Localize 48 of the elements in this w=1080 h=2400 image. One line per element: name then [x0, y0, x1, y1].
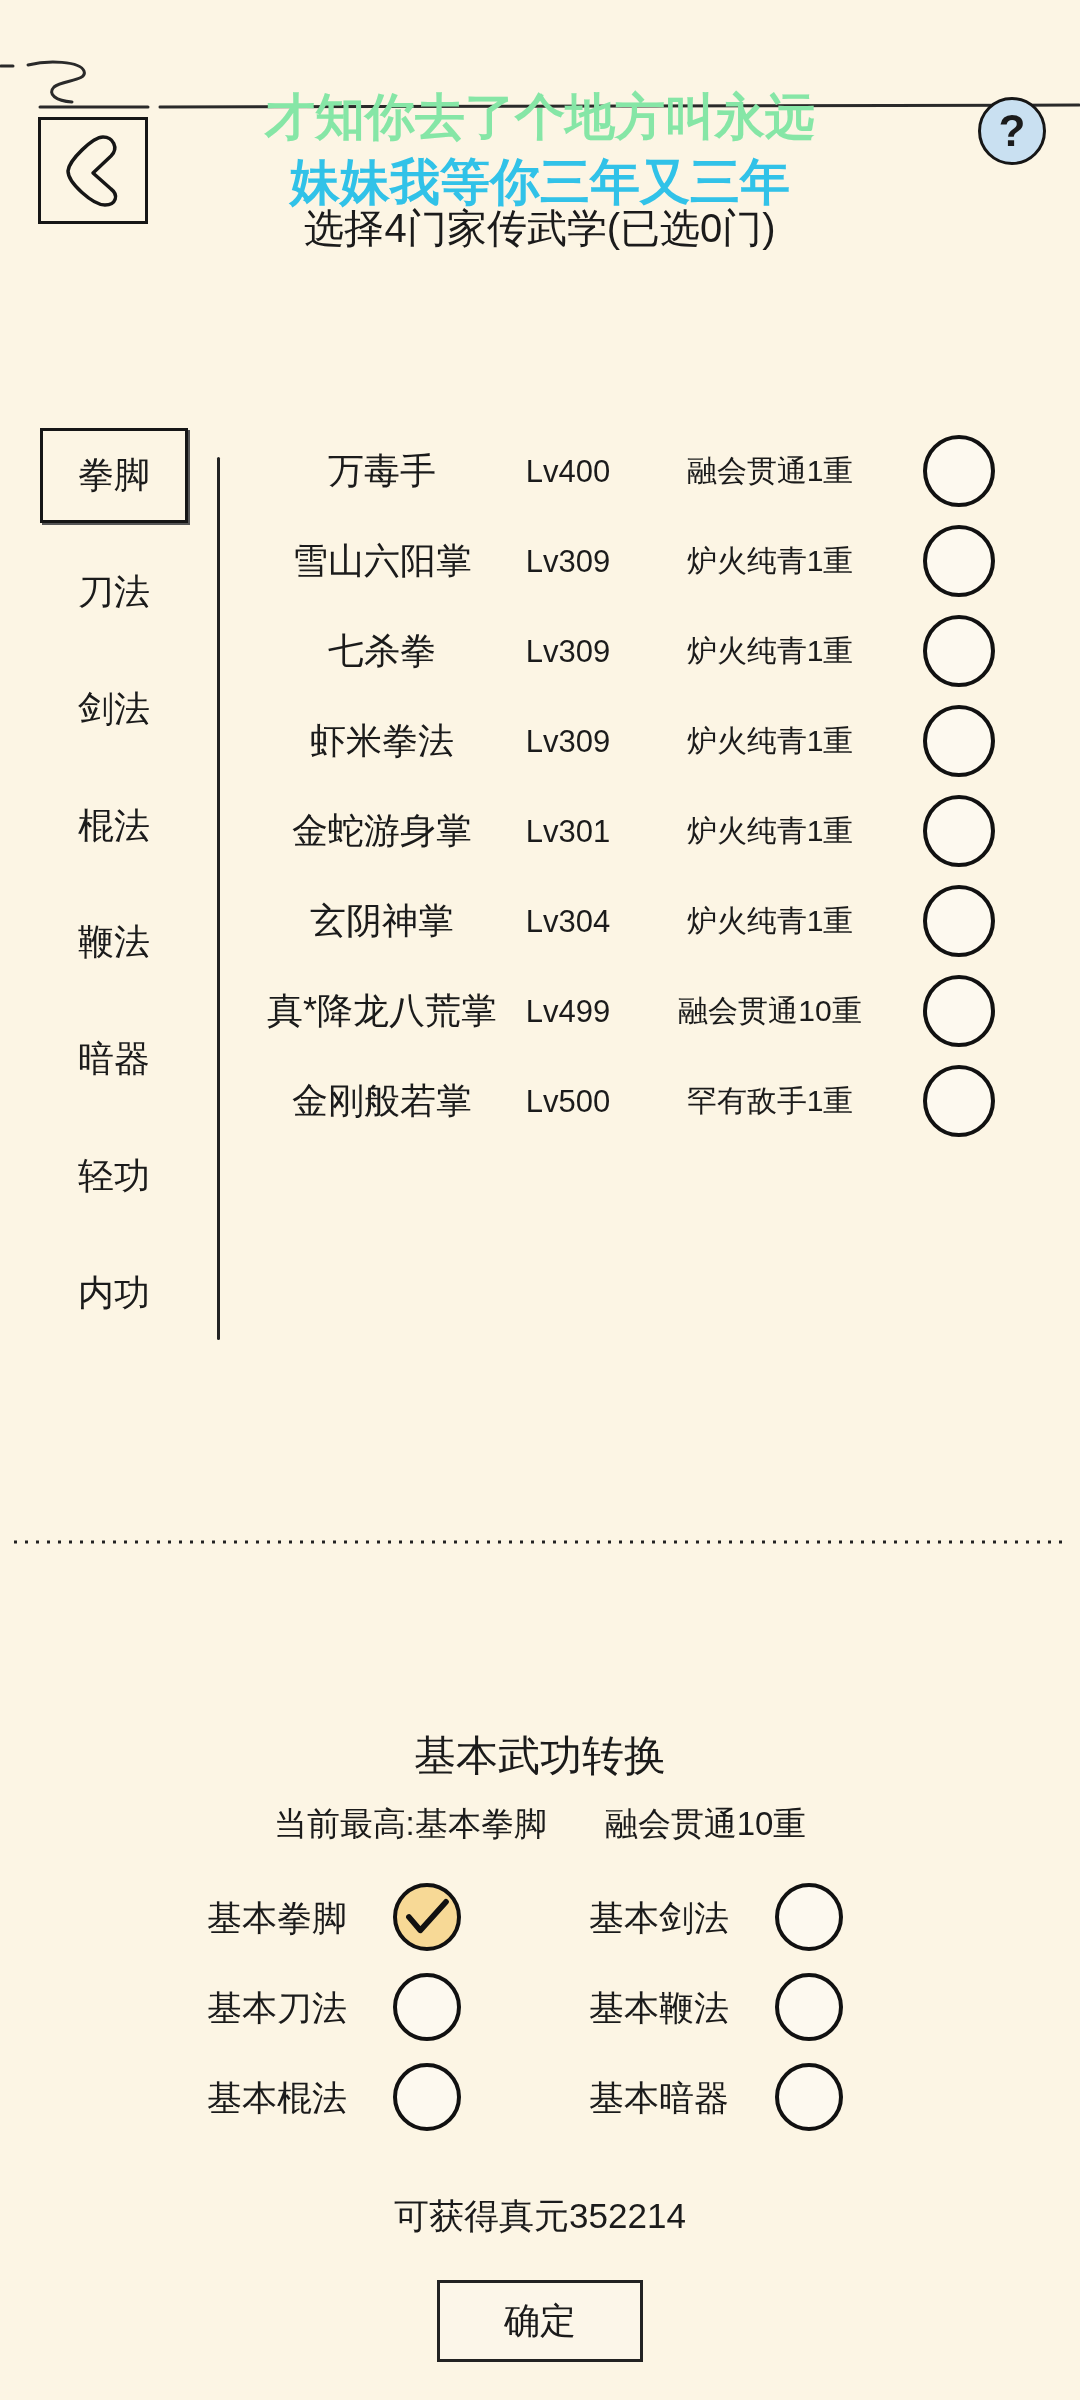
skill-name: 玄阴神掌 — [309, 903, 455, 939]
category-tab[interactable]: 棍法 — [40, 778, 188, 873]
help-button[interactable]: ? — [978, 97, 1046, 165]
option-label: 基本刀法 — [207, 1989, 348, 2025]
option-label: 基本暗器 — [589, 2079, 730, 2115]
skill-realm: 炉火纯青1重 — [685, 726, 855, 756]
skill-name: 雪山六阳掌 — [291, 543, 473, 579]
checkmark-icon — [405, 1898, 449, 1936]
skill-name: 虾米拳法 — [309, 723, 455, 759]
skill-name: 真*降龙八荒掌 — [266, 993, 498, 1029]
current-best-label: 当前最高:基本拳脚 — [273, 1804, 547, 1844]
category-tab[interactable]: 鞭法 — [40, 895, 188, 990]
category-tab[interactable]: 刀法 — [40, 544, 188, 640]
skill-name: 七杀拳 — [327, 633, 437, 669]
category-tab[interactable]: 剑法 — [40, 661, 188, 757]
reward-text: 可获得真元352214 — [393, 2195, 687, 2237]
skill-realm: 融会贯通10重 — [677, 996, 863, 1026]
category-tab[interactable]: 轻功 — [40, 1128, 188, 1224]
skill-realm: 罕有敌手1重 — [685, 1086, 855, 1116]
skill-realm: 炉火纯青1重 — [685, 906, 855, 936]
back-button[interactable] — [38, 117, 148, 224]
skill-name: 万毒手 — [327, 453, 437, 489]
category-tab[interactable]: 拳脚 — [40, 428, 188, 523]
skill-level: Lv309 — [524, 545, 612, 577]
skill-realm: 炉火纯青1重 — [685, 636, 855, 666]
skill-level: Lv301 — [524, 815, 612, 847]
option-label: 基本鞭法 — [589, 1989, 730, 2025]
skill-level: Lv309 — [524, 635, 612, 667]
confirm-button[interactable]: 确定 — [437, 2280, 643, 2362]
option-label: 基本拳脚 — [207, 1899, 348, 1935]
skill-level: Lv400 — [524, 455, 612, 487]
skill-name: 金刚般若掌 — [291, 1083, 473, 1119]
skill-realm: 融会贯通1重 — [685, 456, 855, 486]
skill-realm: 炉火纯青1重 — [685, 546, 855, 576]
category-tab[interactable]: 暗器 — [40, 1011, 188, 1107]
section-title: 基本武功转换 — [413, 1731, 667, 1781]
option-label: 基本棍法 — [207, 2079, 348, 2115]
skill-realm: 炉火纯青1重 — [685, 816, 855, 846]
option-label: 基本剑法 — [589, 1899, 730, 1935]
skill-level: Lv499 — [524, 995, 612, 1027]
current-realm-label: 融会贯通10重 — [604, 1804, 807, 1844]
skill-name: 金蛇游身掌 — [291, 813, 473, 849]
page-title: 选择4门家传武学(已选0门) — [304, 208, 777, 248]
skill-level: Lv500 — [524, 1085, 612, 1117]
skill-level: Lv309 — [524, 725, 612, 757]
skill-level: Lv304 — [524, 905, 612, 937]
lyrics-line: 妹妹我等你三年又三年 — [290, 157, 790, 207]
category-tab[interactable]: 内功 — [40, 1245, 188, 1340]
